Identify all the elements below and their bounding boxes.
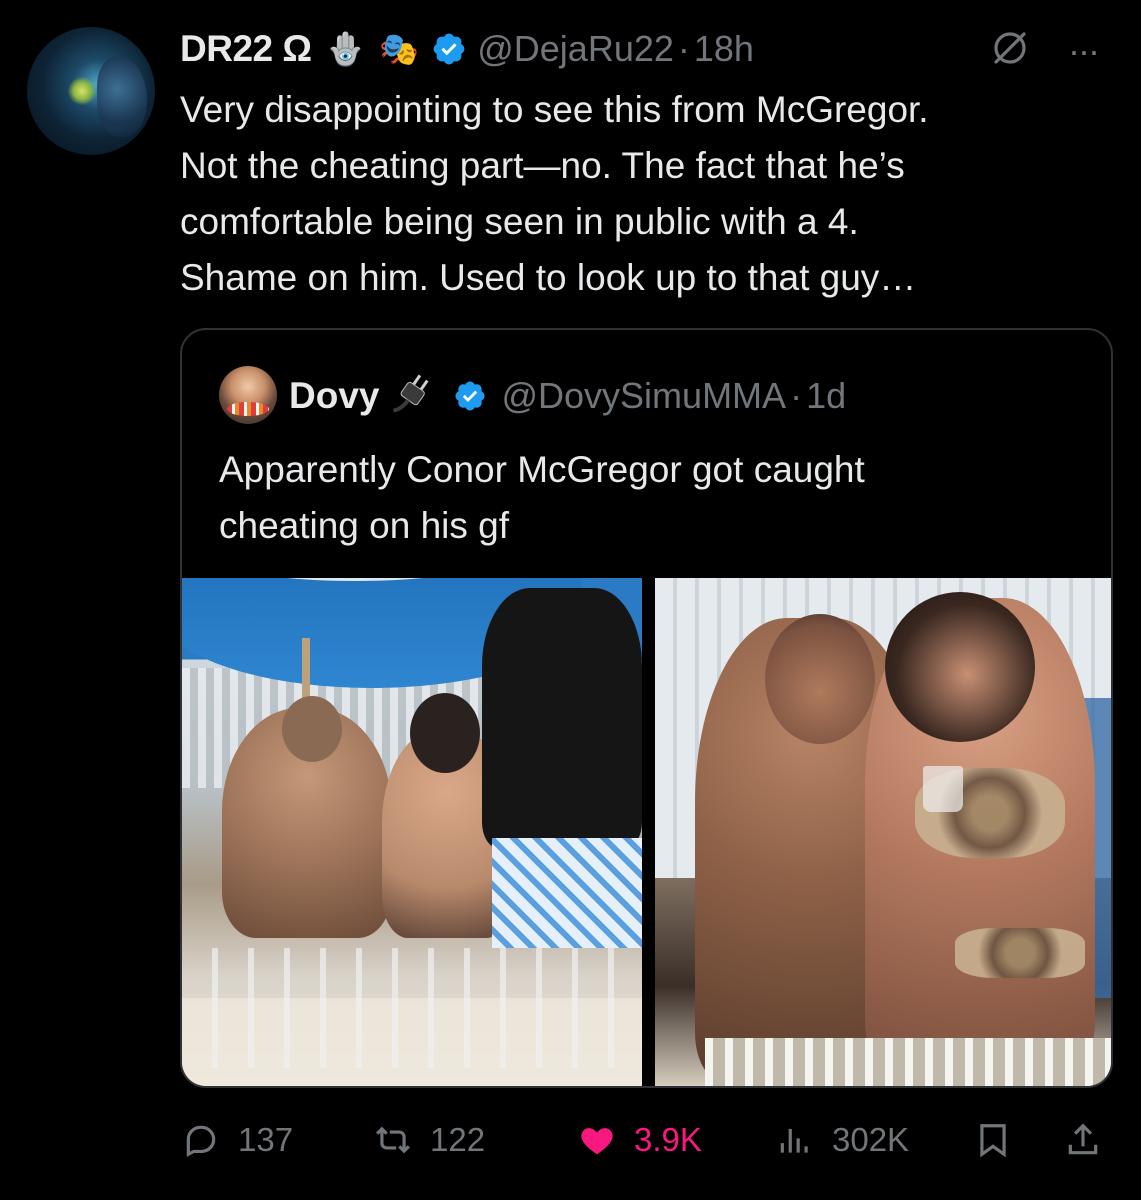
tweet-time[interactable]: 18h	[694, 28, 754, 70]
plug-icon	[393, 374, 430, 413]
person-head	[410, 693, 480, 773]
tweet-text-line: Shame on him. Used to look up to that gu…	[180, 257, 917, 298]
tweet-text-line: comfortable being seen in public with a …	[180, 201, 859, 242]
tweet-text: Very disappointing to see this from McGr…	[180, 82, 1110, 306]
share-button[interactable]	[1064, 1110, 1120, 1170]
quoted-display-name[interactable]: Dovy	[289, 375, 379, 417]
quoted-author-avatar[interactable]	[219, 366, 277, 424]
tweet-text-line: Very disappointing to see this from McGr…	[180, 89, 929, 130]
separator-dot: ·	[677, 28, 690, 69]
repost-count: 122	[430, 1121, 486, 1158]
reply-count: 137	[238, 1121, 294, 1158]
verified-icon	[455, 381, 486, 411]
media-photo-2[interactable]	[655, 578, 1111, 1086]
tweet-text-line: Not the cheating part—no. The fact that …	[180, 145, 905, 186]
media-photo-1[interactable]	[182, 578, 642, 1086]
beach-chair	[182, 948, 642, 1068]
views-count: 302K	[832, 1121, 910, 1158]
reply-icon	[186, 1125, 216, 1157]
quoted-header: Dovy @DovySimuMMA · 1d	[289, 370, 846, 422]
grok-icon[interactable]	[990, 28, 1030, 68]
author-avatar[interactable]	[27, 27, 155, 155]
avatar-glow	[67, 77, 97, 105]
person-head	[765, 614, 875, 744]
avatar-art	[97, 57, 147, 137]
share-icon	[1068, 1123, 1098, 1155]
views-button[interactable]: 302K	[776, 1110, 909, 1170]
quoted-time[interactable]: 1d	[806, 375, 846, 417]
quoted-text: Apparently Conor McGregor got caught che…	[219, 442, 1079, 554]
person-head	[282, 696, 342, 762]
bikini-bottom	[955, 928, 1085, 978]
shorts	[492, 838, 642, 948]
repost-button[interactable]: 122	[374, 1110, 485, 1170]
repost-icon	[376, 1126, 410, 1154]
views-icon	[780, 1128, 808, 1153]
quoted-handle[interactable]: @DovySimuMMA	[501, 375, 786, 417]
more-icon[interactable]: ···	[1068, 30, 1100, 72]
like-button[interactable]: 3.9K	[578, 1110, 702, 1170]
verified-icon	[433, 33, 465, 65]
quoted-tweet[interactable]: Dovy @DovySimuMMA · 1d Apparently Conor …	[180, 328, 1113, 1088]
theater-masks-emoji: 🎭	[379, 31, 420, 67]
like-count: 3.9K	[634, 1121, 702, 1158]
reply-button[interactable]: 137	[182, 1110, 293, 1170]
bookmark-button[interactable]	[974, 1110, 1030, 1170]
plastic-cup	[923, 766, 963, 812]
action-bar: 137 122 3.9K 302K	[0, 1110, 1141, 1170]
bookmark-icon	[980, 1124, 1006, 1158]
beach-chair	[705, 1038, 1111, 1086]
avatar-lei	[227, 402, 269, 416]
quoted-text-line: cheating on his gf	[219, 505, 510, 546]
author-handle[interactable]: @DejaRu22	[477, 28, 674, 70]
separator-dot: ·	[790, 375, 803, 416]
quoted-text-line: Apparently Conor McGregor got caught	[219, 449, 865, 490]
person-head	[885, 592, 1035, 742]
hamsa-emoji: 🪬	[325, 31, 366, 67]
person-figure	[482, 588, 642, 848]
heart-icon	[581, 1128, 613, 1155]
tweet-header: DR22 Ω 🪬 🎭 @DejaRu22 · 18h	[180, 26, 754, 72]
author-display-name[interactable]: DR22 Ω	[180, 28, 312, 70]
media-grid	[182, 578, 1111, 1086]
